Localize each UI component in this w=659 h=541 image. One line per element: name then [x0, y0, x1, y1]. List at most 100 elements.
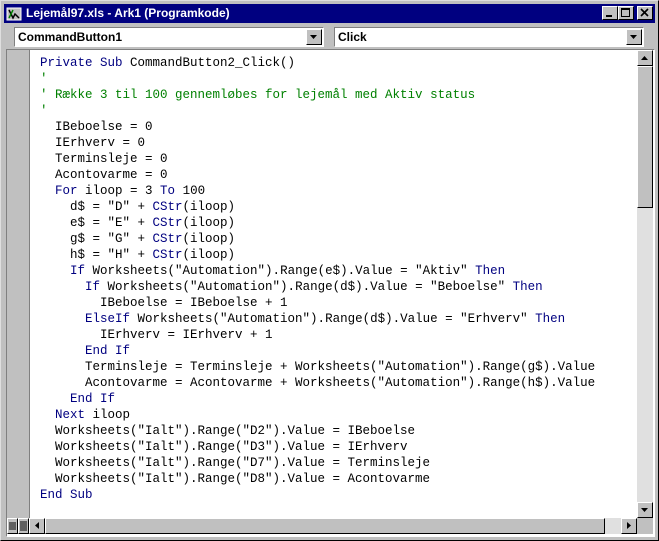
- close-button[interactable]: [637, 6, 653, 20]
- window-title: Lejemål97.xls - Ark1 (Programkode): [26, 6, 230, 20]
- code-line[interactable]: Acontovarme = 0: [40, 167, 595, 183]
- code-line[interactable]: Next iloop: [40, 407, 595, 423]
- code-text[interactable]: Private Sub CommandButton2_Click() ' ' Ræk…: [40, 55, 595, 503]
- procedure-dropdown-value: Click: [338, 30, 367, 44]
- code-token: h$ = "H" +: [40, 248, 153, 262]
- code-keyword: Next: [55, 408, 86, 422]
- code-line[interactable]: IErhverv = 0: [40, 135, 595, 151]
- minimize-icon: [606, 15, 612, 17]
- code-token: (iloop): [182, 200, 236, 214]
- procedure-dropdown[interactable]: Click: [334, 27, 644, 47]
- code-line[interactable]: End If: [40, 343, 595, 359]
- code-line[interactable]: ': [40, 103, 595, 119]
- arrow-left-icon: [35, 522, 39, 529]
- code-token: (iloop): [182, 216, 236, 230]
- code-keyword: CStr: [152, 216, 183, 230]
- code-line[interactable]: d$ = "D" + CStr(iloop): [40, 199, 595, 215]
- code-comment: ': [40, 104, 48, 118]
- code-line[interactable]: g$ = "G" + CStr(iloop): [40, 231, 595, 247]
- code-keyword: CStr: [152, 232, 183, 246]
- code-keyword: End Sub: [40, 488, 93, 502]
- code-line[interactable]: Terminsleje = 0: [40, 151, 595, 167]
- code-line[interactable]: For iloop = 3 To 100: [40, 183, 595, 199]
- minimize-button[interactable]: [602, 6, 618, 20]
- code-line[interactable]: If Worksheets("Automation").Range(e$).Va…: [40, 263, 595, 279]
- code-token: Terminsleje = Terminsleje + Worksheets("…: [40, 360, 596, 374]
- scroll-left-button[interactable]: [29, 518, 45, 534]
- arrow-up-icon: [641, 56, 648, 60]
- horizontal-scrollbar[interactable]: [29, 518, 637, 534]
- code-keyword: CStr: [152, 248, 183, 262]
- code-token: g$ = "G" +: [40, 232, 153, 246]
- object-dropdown-button[interactable]: [306, 29, 322, 45]
- code-keyword: If: [85, 280, 101, 294]
- code-line[interactable]: Acontovarme = Acontovarme + Worksheets("…: [40, 375, 595, 391]
- code-keyword: ElseIf: [85, 312, 131, 326]
- code-keyword: End If: [85, 344, 131, 358]
- code-line[interactable]: End If: [40, 391, 595, 407]
- code-token: e$ = "E" +: [40, 216, 153, 230]
- arrow-down-icon: [641, 508, 648, 512]
- code-keyword: End If: [70, 392, 116, 406]
- full-module-view-button[interactable]: [18, 518, 29, 534]
- code-line[interactable]: ': [40, 71, 595, 87]
- arrow-right-icon: [627, 522, 631, 529]
- margin-indicator-bar[interactable]: [7, 50, 30, 518]
- vertical-scroll-thumb[interactable]: [637, 66, 653, 208]
- vertical-scrollbar[interactable]: [637, 50, 653, 518]
- object-dropdown[interactable]: CommandButton1: [14, 27, 324, 47]
- code-token: (iloop): [182, 232, 236, 246]
- code-line[interactable]: ' Række 3 til 100 gennemløbes for lejemå…: [40, 87, 595, 103]
- code-line[interactable]: e$ = "E" + CStr(iloop): [40, 215, 595, 231]
- code-token: Worksheets("Automation").Range(d$).Value…: [130, 312, 536, 326]
- code-token: Acontovarme = 0: [40, 168, 168, 182]
- code-line[interactable]: Worksheets("Ialt").Range("D7").Value = T…: [40, 455, 595, 471]
- code-line[interactable]: Worksheets("Ialt").Range("D2").Value = I…: [40, 423, 595, 439]
- maximize-icon: [621, 8, 630, 17]
- code-line[interactable]: If Worksheets("Automation").Range(d$).Va…: [40, 279, 595, 295]
- code-token: iloop = 3: [77, 184, 161, 198]
- code-line[interactable]: Worksheets("Ialt").Range("D3").Value = I…: [40, 439, 595, 455]
- scroll-down-button[interactable]: [637, 502, 653, 518]
- code-token: Terminsleje = 0: [40, 152, 168, 166]
- code-line[interactable]: Worksheets("Ialt").Range("D8").Value = A…: [40, 471, 595, 487]
- code-token: 100: [175, 184, 206, 198]
- code-keyword: Private Sub: [40, 56, 131, 70]
- title-bar[interactable]: Lejemål97.xls - Ark1 (Programkode): [4, 4, 655, 23]
- code-token: IBeboelse = 0: [40, 120, 153, 134]
- code-editor[interactable]: Private Sub CommandButton2_Click() ' ' Ræk…: [6, 49, 655, 537]
- code-line[interactable]: Terminsleje = Terminsleje + Worksheets("…: [40, 359, 595, 375]
- maximize-button[interactable]: [618, 6, 634, 20]
- code-line[interactable]: IErhverv = IErhverv + 1: [40, 327, 595, 343]
- code-keyword: For: [55, 184, 78, 198]
- chevron-down-icon: [630, 35, 637, 39]
- scroll-up-button[interactable]: [637, 50, 653, 66]
- code-window: Lejemål97.xls - Ark1 (Programkode) Comma…: [0, 0, 659, 541]
- procedure-view-icon: [9, 522, 16, 530]
- procedure-dropdown-button[interactable]: [626, 29, 642, 45]
- full-module-view-icon: [20, 521, 27, 531]
- code-line[interactable]: h$ = "H" + CStr(iloop): [40, 247, 595, 263]
- code-line[interactable]: Private Sub CommandButton2_Click(): [40, 55, 595, 71]
- horizontal-scroll-thumb[interactable]: [45, 518, 605, 534]
- code-line[interactable]: IBeboelse = IBeboelse + 1: [40, 295, 595, 311]
- code-token: Worksheets("Automation").Range(d$).Value…: [100, 280, 513, 294]
- code-line[interactable]: IBeboelse = 0: [40, 119, 595, 135]
- code-token: Acontovarme = Acontovarme + Worksheets("…: [40, 376, 596, 390]
- code-line[interactable]: End Sub: [40, 487, 595, 503]
- code-comment: ': [40, 72, 48, 86]
- code-keyword: If: [70, 264, 86, 278]
- code-token: Worksheets("Ialt").Range("D3").Value = I…: [40, 440, 408, 454]
- code-token: d$ = "D" +: [40, 200, 153, 214]
- scroll-right-button[interactable]: [621, 518, 637, 534]
- code-token: Worksheets("Automation").Range(e$).Value…: [85, 264, 476, 278]
- code-token: Worksheets("Ialt").Range("D8").Value = A…: [40, 472, 431, 486]
- code-keyword: Then: [475, 264, 506, 278]
- procedure-view-button[interactable]: [7, 518, 18, 534]
- code-line[interactable]: ElseIf Worksheets("Automation").Range(d$…: [40, 311, 595, 327]
